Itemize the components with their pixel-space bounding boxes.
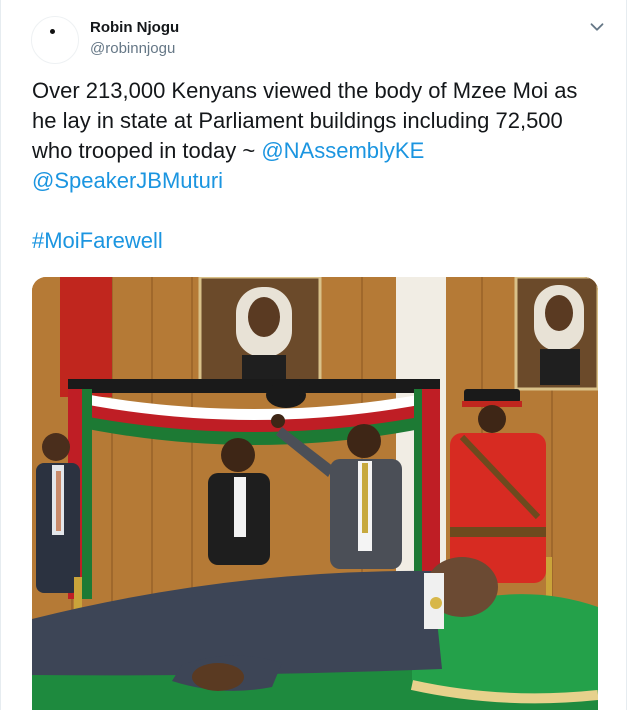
photo-illustration <box>32 277 598 710</box>
avatar-dot <box>50 29 55 34</box>
author-name[interactable]: Robin Njogu <box>90 18 179 38</box>
author-handle[interactable]: @robinnjogu <box>90 39 179 59</box>
mention-speakerjbmuturi[interactable]: @SpeakerJBMuturi <box>32 168 223 193</box>
chevron-down-icon[interactable] <box>586 16 608 38</box>
portrait-left <box>198 277 322 391</box>
tweet-card: Robin Njogu @robinnjogu Over 213,000 Ken… <box>0 0 627 710</box>
avatar[interactable] <box>31 16 79 64</box>
hashtag-moifarewell[interactable]: #MoiFarewell <box>32 226 602 256</box>
portrait-right <box>514 277 598 391</box>
tweet-author[interactable]: Robin Njogu @robinnjogu <box>90 18 179 59</box>
mention-nassemblyke[interactable]: @NAssemblyKE <box>261 138 424 163</box>
tweet-text: Over 213,000 Kenyans viewed the body of … <box>32 76 602 256</box>
tweet-photo[interactable] <box>32 277 598 710</box>
